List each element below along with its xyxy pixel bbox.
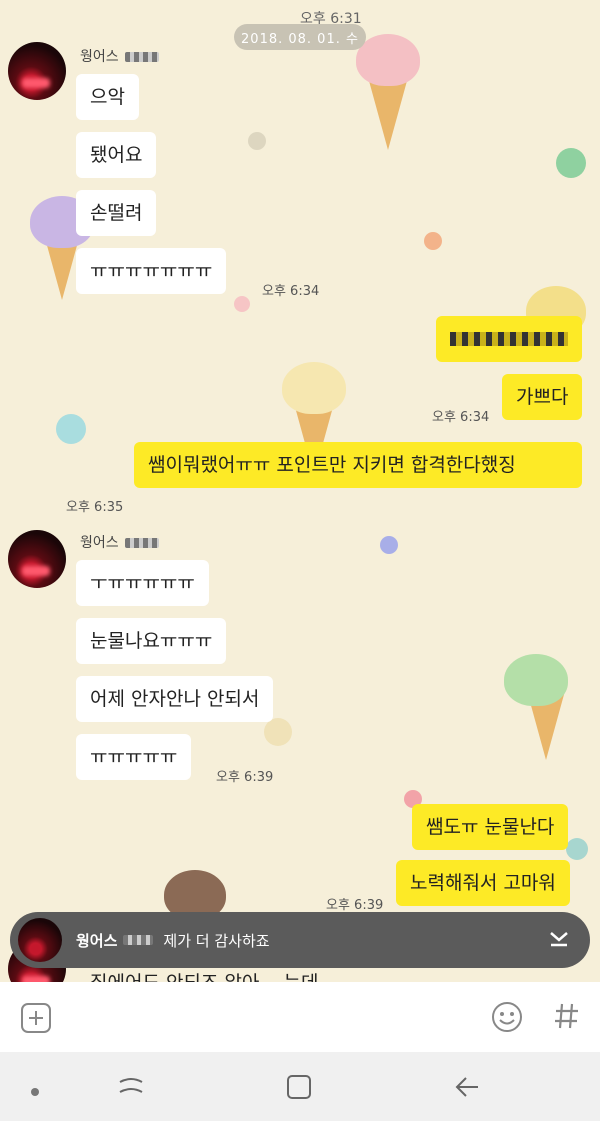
- message-bubble[interactable]: 쌤이뭐랬어ㅠㅠ 포인트만 지키면 합격한다했징: [134, 442, 582, 488]
- message-bubble[interactable]: ㅠㅠㅠㅠㅠ: [76, 734, 192, 780]
- notification-sender: 웡어스: [76, 931, 118, 950]
- message-time: 오후 6:34: [432, 410, 490, 425]
- redacted-name: [123, 935, 154, 945]
- message-time: 오후 6:34: [262, 284, 320, 299]
- message-bubble[interactable]: 눈물나요ㅠㅠㅠ: [76, 618, 227, 664]
- ice-cream-scoop: [282, 362, 346, 414]
- ice-cream-scoop: [504, 654, 568, 706]
- input-bar: [0, 982, 600, 1052]
- bg-dot: [264, 718, 292, 746]
- bg-dot: [248, 132, 266, 150]
- date-divider: 2018. 08. 01. 수: [234, 24, 366, 50]
- dot-icon[interactable]: [30, 1082, 40, 1101]
- android-nav-bar: [0, 1052, 600, 1121]
- message-bubble-redacted[interactable]: [436, 316, 582, 362]
- notification-message: 제가 더 감사하죠: [163, 931, 270, 950]
- message-bubble[interactable]: 됐어요: [76, 132, 157, 178]
- bg-dot: [234, 296, 250, 312]
- bg-dot: [566, 838, 588, 860]
- message-time: 오후 6:39: [216, 770, 274, 785]
- message-bubble[interactable]: 손떨려: [76, 190, 157, 236]
- recent-apps-icon[interactable]: [116, 1072, 146, 1106]
- message-bubble[interactable]: ㅠㅠㅠㅠㅠㅠㅠ: [76, 248, 227, 294]
- ice-cream-scoop: [356, 34, 420, 86]
- message-time: 오후 6:35: [66, 500, 124, 515]
- message-bubble[interactable]: ㅜㅠㅠㅠㅠㅠ: [76, 560, 209, 606]
- avatar[interactable]: [8, 42, 66, 100]
- emoji-icon[interactable]: [490, 1000, 524, 1038]
- hashtag-icon[interactable]: [552, 1000, 582, 1036]
- message-bubble[interactable]: 가쁘다: [502, 374, 583, 420]
- message-bubble[interactable]: 노력해줘서 고마워: [396, 860, 570, 906]
- plus-square-icon[interactable]: [20, 1002, 52, 1038]
- avatar[interactable]: [8, 530, 66, 588]
- bg-dot: [380, 536, 398, 554]
- sender-name: 웡어스: [80, 46, 159, 66]
- chevron-down-icon[interactable]: [548, 926, 570, 954]
- home-icon[interactable]: [284, 1072, 314, 1106]
- message-notification-banner[interactable]: 웡어스 제가 더 감사하죠: [10, 912, 590, 968]
- message-bubble[interactable]: 으악: [76, 74, 139, 120]
- back-icon[interactable]: [452, 1072, 482, 1106]
- message-time: 오후 6:39: [326, 898, 384, 913]
- sender-name: 웡어스: [80, 532, 159, 552]
- bg-dot: [56, 414, 86, 444]
- message-bubble[interactable]: 어제 안자안나 안되서: [76, 676, 274, 722]
- bg-dot: [424, 232, 442, 250]
- notification-avatar: [18, 918, 62, 962]
- message-bubble[interactable]: 쌤도ㅠ 눈물난다: [412, 804, 569, 850]
- bg-dot: [556, 148, 586, 178]
